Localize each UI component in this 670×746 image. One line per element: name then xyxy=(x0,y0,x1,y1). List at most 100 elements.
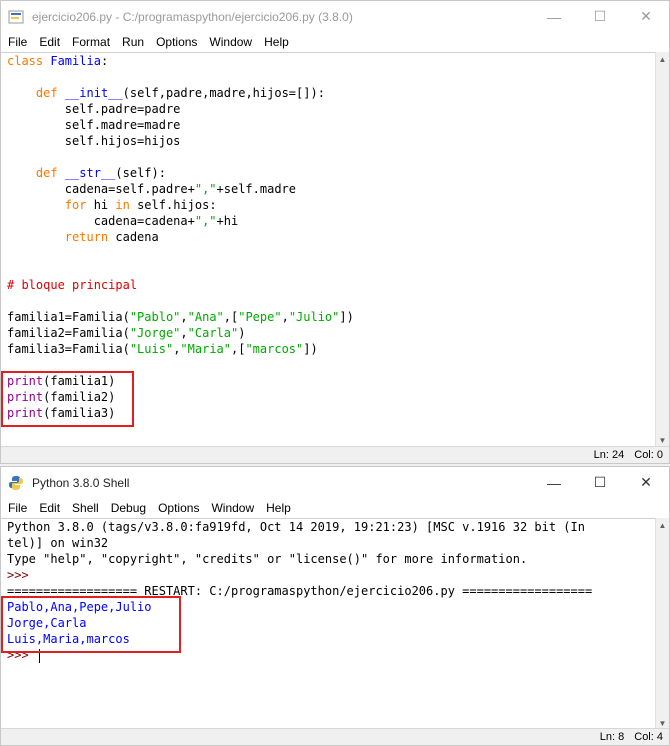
code-token: # bloque principal xyxy=(7,278,138,292)
code-token: def xyxy=(35,166,58,180)
editor-menu-file[interactable]: File xyxy=(2,35,33,49)
editor-menu-format[interactable]: Format xyxy=(66,35,116,49)
editor-menu-edit[interactable]: Edit xyxy=(33,35,66,49)
code-token: "Pablo" xyxy=(129,310,181,324)
editor-line-indicator: Ln: 24 xyxy=(593,449,625,461)
editor-code-area[interactable]: class Familia: def __init__(self,padre,m… xyxy=(1,52,655,448)
code-token: "Carla" xyxy=(187,326,239,340)
shell-menu-edit[interactable]: Edit xyxy=(33,501,66,515)
editor-scrollbar[interactable]: ▲ ▼ xyxy=(655,52,669,447)
shell-line: ================== RESTART: C:/programas… xyxy=(1,583,655,599)
code-line: print(familia2) xyxy=(1,389,655,405)
shell-output-area[interactable]: Python 3.8.0 (tags/v3.8.0:fa919fd, Oct 1… xyxy=(1,518,655,731)
code-line: def __init__(self,padre,madre,hijos=[]): xyxy=(1,85,655,101)
code-token: "Julio" xyxy=(288,310,340,324)
shell-window-title: Python 3.8.0 Shell xyxy=(32,475,130,490)
code-token: Luis,Maria,marcos xyxy=(7,632,130,646)
code-line: self.hijos=hijos xyxy=(1,133,655,149)
shell-col-indicator: Col: 4 xyxy=(634,731,663,743)
code-token: , xyxy=(180,326,188,340)
shell-titlebar[interactable]: Python 3.8.0 Shell — ☐ ✕ xyxy=(1,467,669,498)
code-token: "Maria" xyxy=(180,342,231,356)
code-token: "Ana" xyxy=(187,310,224,324)
code-token: cadena=cadena+ xyxy=(7,214,195,228)
shell-line: Jorge,Carla xyxy=(1,615,655,631)
maximize-button[interactable]: ☐ xyxy=(577,467,623,498)
editor-menu-run[interactable]: Run xyxy=(116,35,150,49)
code-token: self.madre=madre xyxy=(7,118,181,132)
shell-menu-options[interactable]: Options xyxy=(152,501,205,515)
code-line: familia3=Familia("Luis","Maria",["marcos… xyxy=(1,341,655,357)
code-token: (familia1) xyxy=(43,374,116,388)
code-token: : xyxy=(100,54,109,68)
code-token: "Jorge" xyxy=(129,326,181,340)
editor-menu-options[interactable]: Options xyxy=(150,35,203,49)
minimize-button[interactable]: — xyxy=(531,467,577,498)
code-token: >>> xyxy=(7,648,36,662)
code-token: familia2=Familia( xyxy=(7,326,130,340)
code-line: for hi in self.hijos: xyxy=(1,197,655,213)
shell-menu-window[interactable]: Window xyxy=(205,501,260,515)
shell-menu-debug[interactable]: Debug xyxy=(105,501,152,515)
close-button[interactable]: ✕ xyxy=(623,1,669,32)
shell-menu-file[interactable]: File xyxy=(2,501,33,515)
shell-scrollbar[interactable]: ▲ ▼ xyxy=(655,518,669,730)
editor-titlebar[interactable]: ejercicio206.py - C:/programaspython/eje… xyxy=(1,1,669,32)
code-line: familia1=Familia("Pablo","Ana",["Pepe","… xyxy=(1,309,655,325)
maximize-button[interactable]: ☐ xyxy=(577,1,623,32)
shell-menubar: File Edit Shell Debug Options Window Help xyxy=(1,498,669,518)
code-token: for xyxy=(64,198,87,212)
shell-line: tel)] on win32 xyxy=(1,535,655,551)
minimize-button[interactable]: — xyxy=(531,1,577,32)
shell-window: Python 3.8.0 Shell — ☐ ✕ File Edit Shell De… xyxy=(0,466,670,746)
shell-menu-shell[interactable]: Shell xyxy=(66,501,105,515)
editor-statusbar: Ln: 24 Col: 0 xyxy=(1,446,669,463)
python-idle-icon xyxy=(8,10,24,23)
shell-line: >>> xyxy=(1,647,655,663)
code-token: Familia xyxy=(50,54,101,68)
close-button[interactable]: ✕ xyxy=(623,467,669,498)
code-token: cadena xyxy=(108,230,159,244)
code-token: , xyxy=(180,310,188,324)
editor-window: ejercicio206.py - C:/programaspython/eje… xyxy=(0,0,670,464)
code-line: return cadena xyxy=(1,229,655,245)
code-line: cadena=cadena+","+hi xyxy=(1,213,655,229)
code-token: familia3=Familia( xyxy=(7,342,130,356)
code-token: Type "help", "copyright", "credits" or "… xyxy=(7,552,528,566)
editor-menu-window[interactable]: Window xyxy=(203,35,258,49)
editor-window-title: ejercicio206.py - C:/programaspython/eje… xyxy=(32,9,353,24)
code-token: ,[ xyxy=(231,342,246,356)
scroll-up-icon[interactable]: ▲ xyxy=(656,52,669,66)
editor-col-indicator: Col: 0 xyxy=(634,449,663,461)
shell-menu-help[interactable]: Help xyxy=(260,501,297,515)
python-logo-icon xyxy=(9,475,23,490)
code-token: ) xyxy=(238,326,246,340)
code-token: print xyxy=(7,390,44,404)
code-line: self.padre=padre xyxy=(1,101,655,117)
code-token: cadena=self.padre+ xyxy=(7,182,195,196)
code-token: def xyxy=(35,86,58,100)
code-line: familia2=Familia("Jorge","Carla") xyxy=(1,325,655,341)
code-token: "Pepe" xyxy=(238,310,282,324)
code-token: (familia3) xyxy=(43,406,116,420)
code-token: Pablo,Ana,Pepe,Julio xyxy=(7,600,152,614)
editor-menu-help[interactable]: Help xyxy=(258,35,295,49)
code-token: +self.madre xyxy=(216,182,297,196)
scroll-up-icon[interactable]: ▲ xyxy=(656,518,669,532)
shell-line: Pablo,Ana,Pepe,Julio xyxy=(1,599,655,615)
code-line: print(familia3) xyxy=(1,405,655,421)
code-token: ]) xyxy=(303,342,318,356)
shell-line: Python 3.8.0 (tags/v3.8.0:fa919fd, Oct 1… xyxy=(1,519,655,535)
code-line: # bloque principal xyxy=(1,277,655,293)
code-token: (self,padre,madre,hijos=[]): xyxy=(122,86,325,100)
code-token: "marcos" xyxy=(245,342,304,356)
scroll-down-icon[interactable]: ▼ xyxy=(656,433,669,447)
code-token: (familia2) xyxy=(43,390,116,404)
